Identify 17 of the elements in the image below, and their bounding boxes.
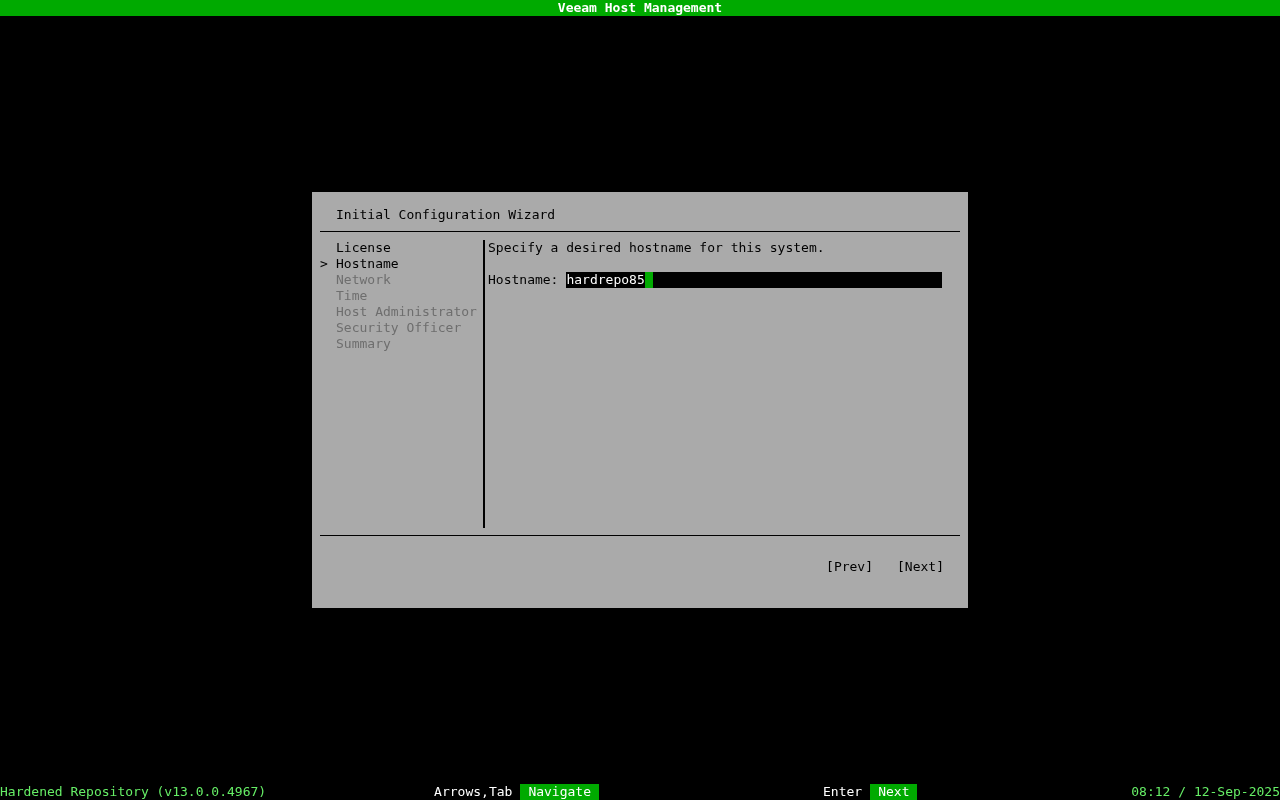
- field-label: Hostname:: [488, 272, 559, 288]
- nav-button[interactable]: [Next]: [897, 559, 944, 575]
- wizard-step[interactable]: Hostname: [336, 256, 399, 272]
- dialog-title: Initial Configuration Wizard: [336, 207, 556, 223]
- text-cursor: [644, 272, 653, 288]
- prompt-text: Specify a desired hostname for this system.: [488, 240, 826, 256]
- action-label: Next: [870, 784, 918, 800]
- nav-button[interactable]: [Prev]: [826, 559, 874, 575]
- app-title-bar: Veeam Host Management: [0, 0, 1280, 16]
- key-hint: Enter: [823, 784, 863, 800]
- action-label: Navigate: [520, 784, 599, 800]
- product-version: Hardened Repository (v13.0.0.4967): [0, 784, 267, 800]
- selection-pointer: >: [320, 256, 328, 271]
- key-hint: Arrows,Tab: [434, 784, 513, 800]
- clock: 08:12 / 12-Sep-2025: [1131, 784, 1280, 800]
- wizard-step[interactable]: License: [336, 240, 391, 256]
- hostname-field[interactable]: hardrepo85: [566, 272, 943, 288]
